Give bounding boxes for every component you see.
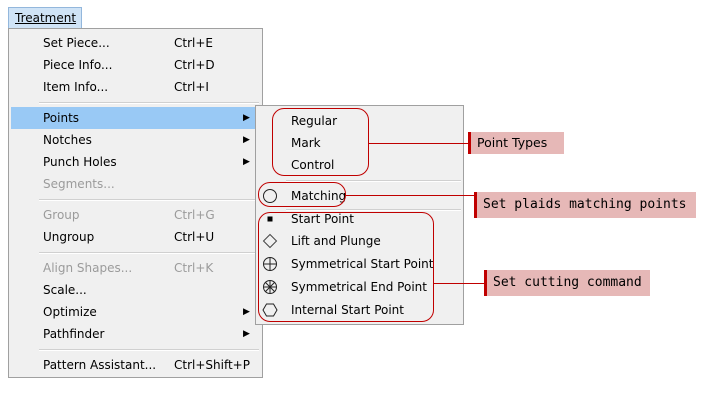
menu-item-pathfinder[interactable]: Pathfinder ▶ [11, 323, 260, 345]
treatment-dropdown-menu: Set Piece... Ctrl+E Piece Info... Ctrl+D… [8, 28, 263, 378]
menu-item-shortcut: Ctrl+E [174, 36, 213, 50]
menu-item-shortcut: Ctrl+G [174, 208, 215, 222]
submenu-arrow-icon: ▶ [243, 113, 250, 123]
menu-item-label: Align Shapes... [43, 261, 133, 275]
menu-item-pattern-assistant[interactable]: Pattern Assistant... Ctrl+Shift+P [11, 354, 260, 376]
callout-cutting: Set cutting command [484, 270, 650, 296]
menu-item-scale[interactable]: Scale... [11, 279, 260, 301]
menu-item-punch-holes[interactable]: Punch Holes ▶ [11, 151, 260, 173]
menu-separator [39, 252, 259, 254]
menu-item-label: Segments... [43, 177, 115, 191]
menu-item-label: Optimize [43, 305, 97, 319]
menu-item-label: Set Piece... [43, 36, 110, 50]
cutting-command-highlight [258, 212, 434, 322]
menu-item-notches[interactable]: Notches ▶ [11, 129, 260, 151]
menu-item-optimize[interactable]: Optimize ▶ [11, 301, 260, 323]
menu-title-label: Treatment [15, 11, 77, 25]
menu-item-shortcut: Ctrl+Shift+P [174, 358, 250, 372]
menu-separator [39, 102, 259, 104]
menu-item-label: Ungroup [43, 230, 95, 244]
menu-item-ungroup[interactable]: Ungroup Ctrl+U [11, 226, 260, 248]
menu-item-shortcut: Ctrl+U [174, 230, 215, 244]
menu-item-label: Points [43, 111, 80, 125]
menu-item-label: Group [43, 208, 80, 222]
menu-item-label: Notches [43, 133, 92, 147]
menu-item-shortcut: Ctrl+K [174, 261, 214, 275]
menu-item-label: Pathfinder [43, 327, 105, 341]
menu-item-label: Piece Info... [43, 58, 113, 72]
matching-highlight [258, 182, 346, 207]
callout-text: Set cutting command [493, 275, 642, 290]
menu-item-align-shapes: Align Shapes... Ctrl+K [11, 257, 260, 279]
menu-item-label: Punch Holes [43, 155, 117, 169]
menu-item-shortcut: Ctrl+D [174, 58, 215, 72]
connector-line [369, 143, 469, 144]
treatment-menu-title[interactable]: Treatment [8, 7, 82, 29]
submenu-arrow-icon: ▶ [243, 135, 250, 145]
point-types-highlight [272, 108, 369, 176]
menu-item-piece-info[interactable]: Piece Info... Ctrl+D [11, 54, 260, 76]
menu-item-set-piece[interactable]: Set Piece... Ctrl+E [11, 32, 260, 54]
connector-line [346, 195, 476, 196]
menu-item-group: Group Ctrl+G [11, 204, 260, 226]
menu-item-item-info[interactable]: Item Info... Ctrl+I [11, 76, 260, 98]
callout-point-types: Point Types [468, 132, 564, 154]
submenu-arrow-icon: ▶ [243, 329, 250, 339]
callout-text: Set plaids matching points [483, 197, 687, 212]
menu-separator [39, 199, 259, 201]
menu-item-segments: Segments... [11, 173, 260, 195]
menu-item-label: Item Info... [43, 80, 109, 94]
menu-item-points[interactable]: Points ▶ [11, 107, 260, 129]
submenu-arrow-icon: ▶ [243, 307, 250, 317]
menu-item-label: Scale... [43, 283, 87, 297]
menu-item-shortcut: Ctrl+I [174, 80, 209, 94]
menu-separator [39, 349, 259, 351]
menu-item-label: Pattern Assistant... [43, 358, 157, 372]
connector-line [434, 283, 486, 284]
callout-matching: Set plaids matching points [474, 192, 696, 218]
callout-text: Point Types [477, 135, 548, 150]
submenu-arrow-icon: ▶ [243, 157, 250, 167]
